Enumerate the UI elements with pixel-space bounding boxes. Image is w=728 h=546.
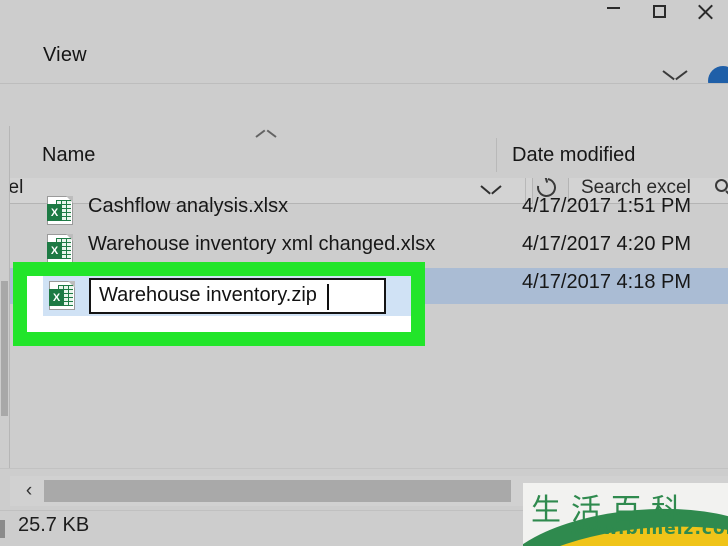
file-name: Warehouse inventory xml changed.xlsx (88, 233, 436, 255)
scroll-left-icon[interactable]: ‹ (18, 480, 40, 502)
watermark: 生活百科 www.bimeiz.com (523, 483, 728, 546)
column-header-row: Name Date modified (0, 134, 728, 178)
table-row[interactable]: X Warehouse inventory xml changed.xlsx 4… (10, 230, 728, 266)
file-list-bottom-edge (0, 468, 728, 476)
column-header-name[interactable]: Name (42, 144, 95, 167)
close-button[interactable] (682, 0, 728, 22)
green-highlight-inner: X Warehouse inventory.zip (27, 276, 411, 332)
green-highlight-box: X Warehouse inventory.zip (13, 262, 425, 346)
excel-badge: X (47, 242, 62, 259)
file-date-modified: 4/17/2017 4:20 PM (522, 233, 692, 255)
excel-file-icon: X (47, 196, 73, 225)
excel-file-icon: X (47, 234, 73, 263)
maximize-button[interactable] (636, 0, 682, 22)
excel-badge: X (47, 204, 62, 221)
file-name: Cashflow analysis.xlsx (88, 195, 289, 217)
status-bar-edge (0, 520, 5, 538)
status-size-text: 25.7 KB (18, 514, 90, 536)
table-row[interactable]: X Cashflow analysis.xlsx 4/17/2017 1:51 … (10, 192, 728, 228)
tab-view[interactable]: View (43, 44, 87, 67)
file-date-modified: 4/17/2017 1:51 PM (522, 195, 692, 217)
watermark-url: www.bimeiz.com (569, 519, 728, 539)
window-controls (590, 0, 728, 34)
minimize-button[interactable] (590, 0, 636, 22)
text-cursor (327, 284, 329, 310)
ribbon-tab-bar: View (0, 34, 728, 96)
navigation-pane-scrollbar[interactable] (1, 281, 8, 416)
navigation-pane-edge (0, 126, 10, 476)
title-bar (0, 0, 728, 34)
horizontal-scroll-thumb[interactable] (44, 480, 511, 502)
file-date-modified: 4/17/2017 4:18 PM (522, 271, 692, 293)
excel-file-icon: X (49, 281, 75, 310)
rename-input[interactable]: Warehouse inventory.zip (89, 278, 386, 314)
navigation-bar: cel Search excel (0, 84, 728, 204)
minimize-icon (606, 6, 620, 9)
sort-ascending-icon (256, 134, 276, 144)
chevron-down-icon[interactable] (664, 70, 686, 82)
file-explorer-window: View cel Search excel Name Date modified (0, 0, 728, 546)
close-icon (697, 3, 714, 20)
rename-input-value: Warehouse inventory.zip (99, 284, 317, 306)
excel-badge: X (49, 289, 64, 306)
maximize-icon (652, 4, 666, 18)
column-divider[interactable] (496, 138, 497, 172)
column-header-date-modified[interactable]: Date modified (512, 144, 635, 167)
